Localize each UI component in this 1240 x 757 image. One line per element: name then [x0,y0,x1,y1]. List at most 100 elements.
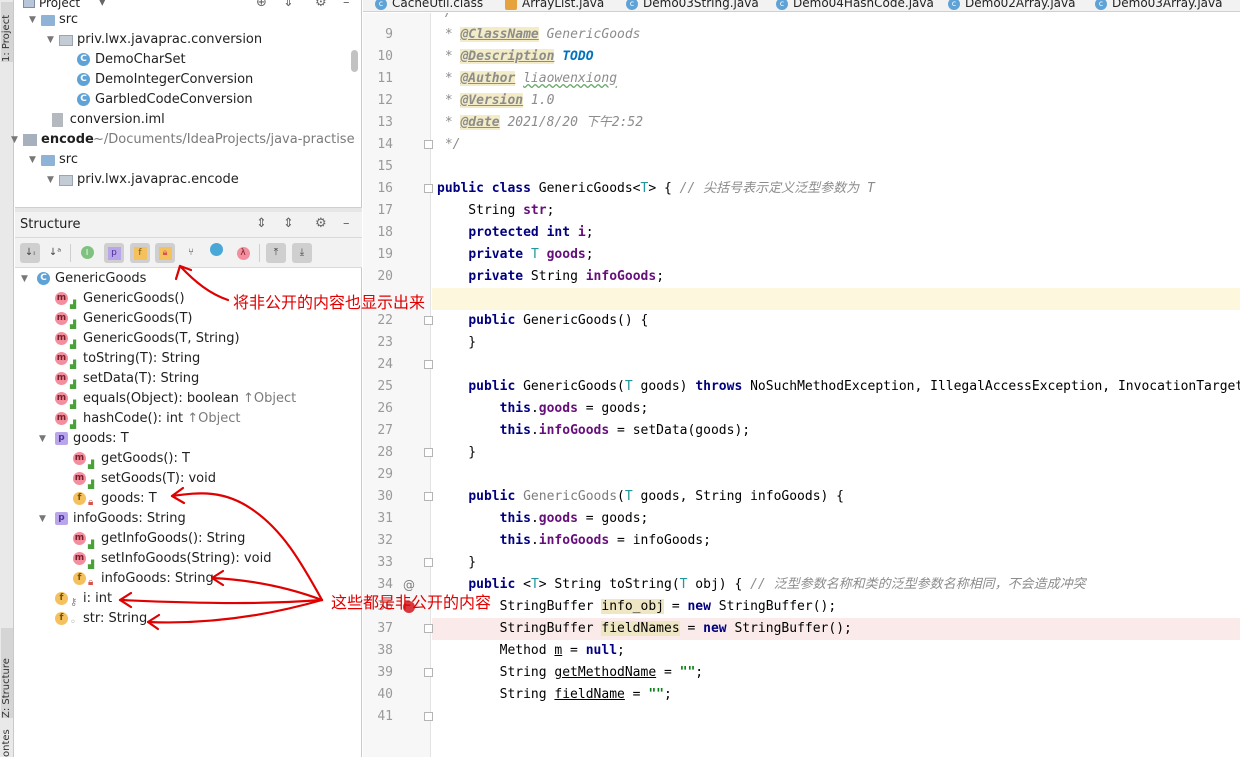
minimize-icon[interactable]: – [343,0,350,10]
project-tool-button[interactable]: 1: Project [1,2,13,62]
code-line: } [437,445,477,460]
autoscroll-from-source-icon[interactable]: ⤓ [292,243,312,263]
chevron-down-icon[interactable]: ▼ [29,10,36,30]
property-icon: p [55,432,68,445]
chevron-down-icon[interactable]: ▼ [21,269,28,289]
code-line: */ [437,137,461,152]
show-anonymous-icon[interactable]: ⑂ [181,243,201,263]
structure-item-label: str: String [83,611,148,626]
show-properties-icon[interactable]: p [104,243,124,263]
line-number: 40 [377,687,393,702]
code-line: public class GenericGoods<T> { // 尖括号表示定… [437,181,875,196]
minimize-icon[interactable]: – [343,216,350,231]
show-lambdas-icon[interactable] [206,243,226,263]
tree-item-label: GarbledCodeConversion [95,92,253,107]
line-number: 16 [377,181,393,196]
code-line: private T goods; [468,247,594,262]
class-file-icon: c [1095,0,1107,10]
code-line: public GenericGoods(T goods, String info… [468,489,845,504]
collapse-all-icon[interactable]: ⇕ [283,216,294,231]
line-number: 15 [377,159,393,174]
editor-tab[interactable]: c Demo03Array.java [1095,0,1223,11]
structure-item-label: equals(Object): boolean ↑Object [83,391,297,406]
chevron-down-icon[interactable]: ▼ [39,429,46,449]
sort-by-visibility-icon[interactable]: ↓ᵢ [20,243,40,263]
lambda-icon[interactable]: λ [233,243,253,263]
line-number: 29 [377,467,393,482]
editor-tab-label: CacheUtil.class [392,0,484,10]
gear-icon[interactable]: ⚙ [315,0,327,10]
show-non-public-icon[interactable]: 🔒︎ [155,243,175,263]
chevron-down-icon[interactable]: ▼ [47,170,54,190]
editor-gutter: 9 10 11 12 13 14 15 16 17 18 19 20 22 23 24 25 26 27 28 29 3… [363,13,433,757]
code-line: / [437,13,453,24]
code-line: Method m = null; [437,643,625,658]
method-icon: m [73,472,86,485]
editor-tab[interactable]: c Demo04HashCode.java [776,0,934,11]
structure-item-label: getGoods(): T [101,451,190,466]
class-file-icon: c [375,0,387,10]
package-icon [59,175,73,186]
chevron-down-icon[interactable]: ▼ [29,150,36,170]
project-title[interactable]: Project [39,0,80,10]
editor-tab[interactable]: ArrayList.java [505,0,605,11]
structure-item-label: setData(T): String [83,371,200,386]
inherited-from-label: ↑Object [187,411,241,426]
editor-tab[interactable]: c Demo03String.java [626,0,759,11]
code-line: * @date 2021/8/20 下午2:52 [437,115,644,130]
tool-window-strip: 1: Project Z: Structure ontes [0,0,14,757]
chevron-down-icon[interactable]: ▼ [47,30,54,50]
tree-item-label: encode [41,132,94,147]
editor-tab-label: Demo04HashCode.java [793,0,934,10]
tree-item-label: priv.lwx.javaprac.encode [77,172,239,187]
package-private-icon: ◦ [70,617,76,628]
structure-item-label: GenericGoods(T) [83,311,193,326]
code-line: String fieldName = ""; [437,687,672,702]
expand-all-icon[interactable]: ⇕ [256,216,267,231]
public-icon: ▟ [88,480,95,489]
code-editor[interactable]: / * @ClassName GenericGoods * @Descripti… [432,13,1240,757]
show-fields-icon[interactable]: f [130,243,150,263]
editor-tabs: c CacheUtil.class ArrayList.java c Demo03Str… [363,0,1240,12]
autoscroll-to-source-icon[interactable]: ⤒ [266,243,286,263]
structure-item-label: infoGoods: String [73,511,186,526]
code-line: public GenericGoods() { [468,313,649,328]
editor-tab[interactable]: c Demo02Array.java [948,0,1076,11]
class-icon: C [37,272,50,285]
line-number: 28 [377,445,393,460]
file-icon [51,113,63,127]
sort-alphabetically-icon[interactable]: ↓ᵃ [45,243,65,263]
folder-icon [41,155,55,166]
structure-item-label: hashCode(): int ↑Object [83,411,241,426]
tree-item-label: priv.lwx.javaprac.conversion [77,32,263,47]
code-line: protected int i; [468,225,594,240]
editor-tab[interactable]: c CacheUtil.class [375,0,484,11]
line-number: 41 [377,709,393,724]
chevron-down-icon[interactable]: ▾ [99,0,106,10]
annotation-show-nonpublic: 将非公开的内容也显示出来 [233,293,426,312]
chevron-down-icon[interactable]: ▼ [11,130,18,150]
collapse-icon[interactable]: ⇕ [283,0,294,10]
structure-title: Structure [20,217,81,232]
public-icon: ▟ [70,380,77,389]
chevron-down-icon[interactable]: ▼ [39,509,46,529]
structure-item-label: getInfoGoods(): String [101,531,246,546]
editor-tab-label: Demo03String.java [643,0,759,10]
gear-icon[interactable]: ⚙ [315,216,327,231]
left-panel: Project ▾ ⊕ ⇕ ⚙ – ▼ src ▼ priv.lwx.javaprac… [11,0,362,757]
structure-item-label: GenericGoods() [83,291,185,306]
structure-item-label: toString(T): String [83,351,201,366]
show-inherited-icon[interactable]: I [77,243,97,263]
structure-tool-button[interactable]: Z: Structure [1,628,13,718]
locate-icon[interactable]: ⊕ [256,0,267,10]
line-number: 20 [377,269,393,284]
method-icon: m [73,552,86,565]
editor-tab-label: ArrayList.java [522,0,605,10]
scrollbar-thumb[interactable] [351,50,358,72]
line-number: 14 [377,137,393,152]
line-number: 31 [377,511,393,526]
favorites-tool-button[interactable]: ontes [1,725,13,757]
folder-icon [41,15,55,26]
code-line: * @Author liaowenxiong [437,71,618,86]
annotation-these-nonpublic: 这些都是非公开的内容 [331,593,492,612]
